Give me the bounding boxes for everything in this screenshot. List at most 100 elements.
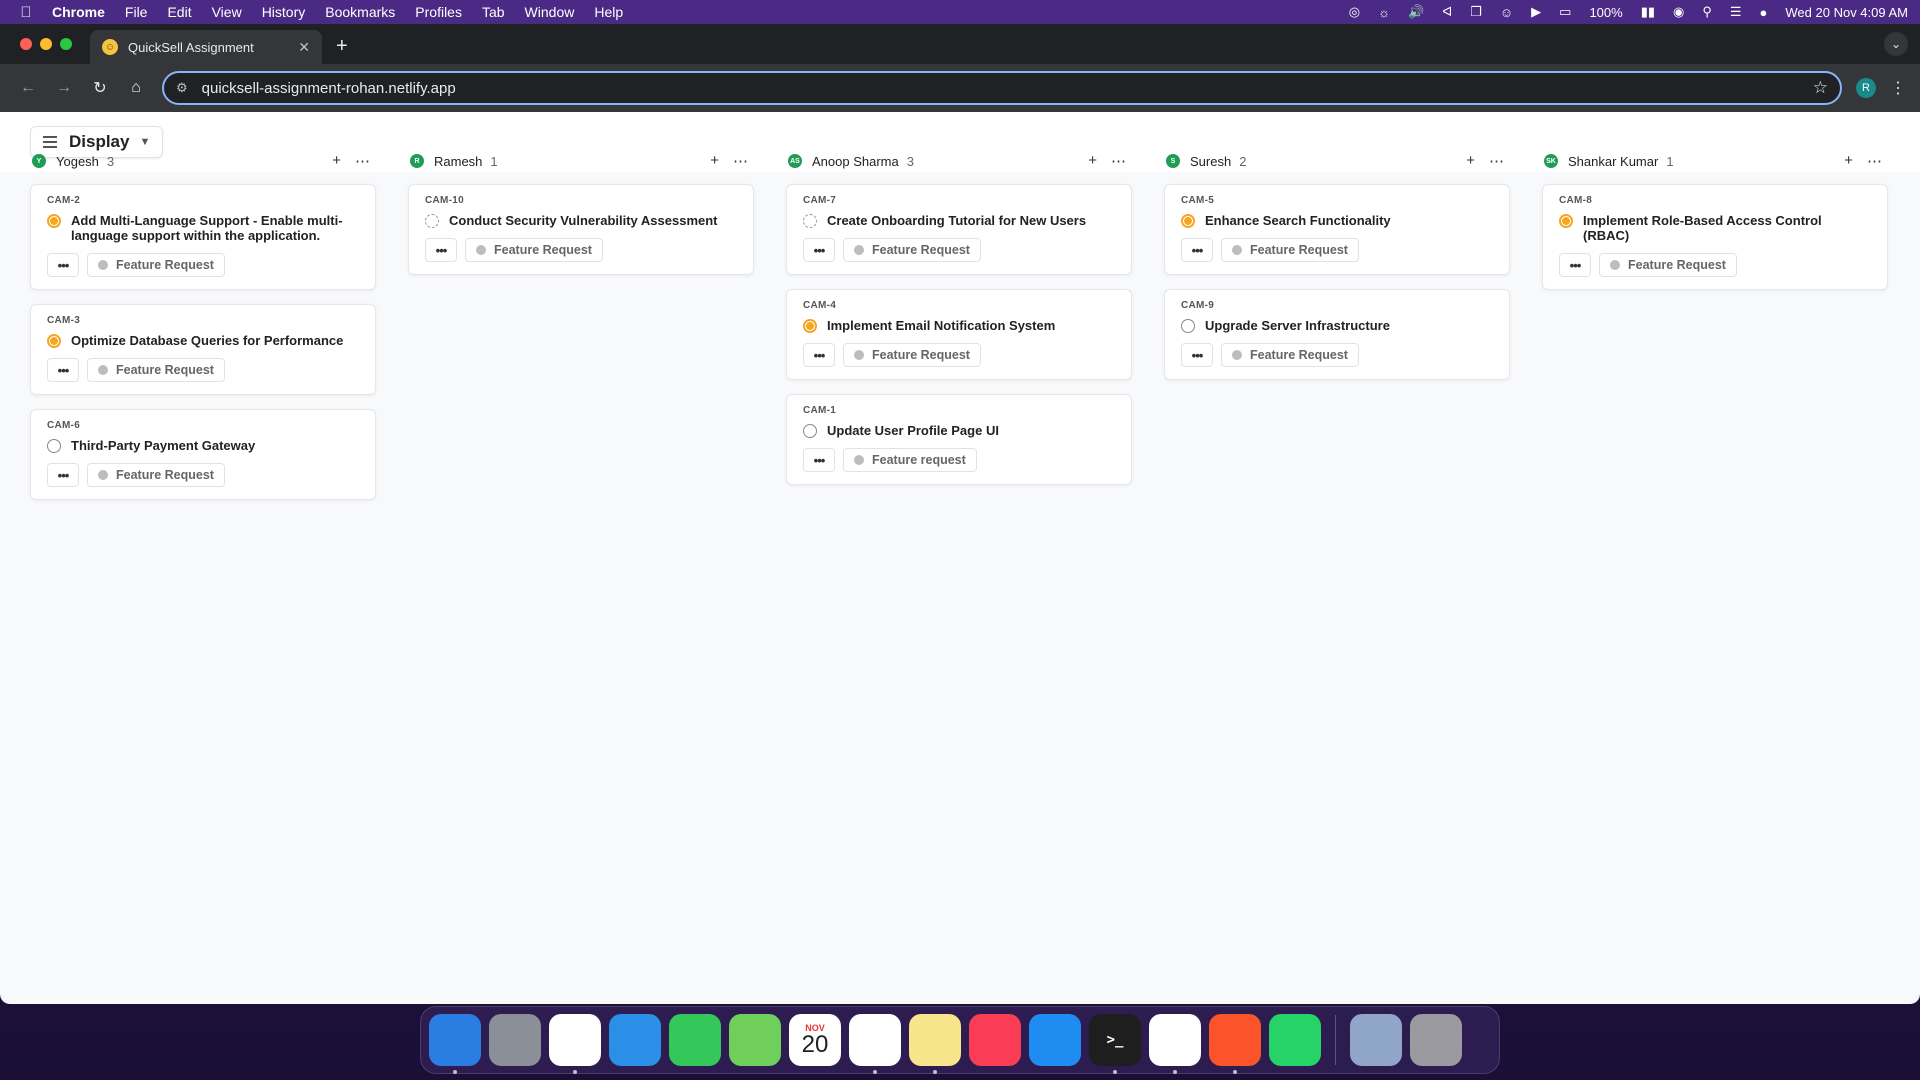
preview-icon[interactable] <box>1350 1014 1402 1066</box>
more-options-icon[interactable]: ⋯ <box>1867 152 1882 170</box>
menu-file[interactable]: File <box>125 4 148 20</box>
priority-icon[interactable]: ••• <box>47 463 79 487</box>
add-card-icon[interactable]: + <box>1844 152 1853 170</box>
priority-icon[interactable]: ••• <box>803 343 835 367</box>
browser-menu-icon[interactable]: ⋮ <box>1890 78 1906 98</box>
ticket-card[interactable]: CAM-3 Optimize Database Queries for Perf… <box>30 304 376 395</box>
spotlight-search-icon[interactable]: ⚲ <box>1702 4 1712 20</box>
menu-app-name[interactable]: Chrome <box>52 4 105 20</box>
priority-icon[interactable]: ••• <box>1181 238 1213 262</box>
menu-window[interactable]: Window <box>525 4 575 20</box>
finder-icon[interactable] <box>429 1014 481 1074</box>
close-tab-icon[interactable]: ✕ <box>298 39 310 56</box>
more-options-icon[interactable]: ⋯ <box>355 152 370 170</box>
control-center-icon[interactable]: ☰ <box>1730 4 1742 20</box>
ticket-card[interactable]: CAM-6 Third-Party Payment Gateway ••• Fe… <box>30 409 376 500</box>
ticket-id: CAM-1 <box>803 405 837 416</box>
siri-icon[interactable]: ● <box>1760 5 1768 20</box>
media-play-icon[interactable]: ▶ <box>1531 4 1541 20</box>
ticket-card[interactable]: CAM-1 Update User Profile Page UI ••• Fe… <box>786 394 1132 485</box>
calendar-icon[interactable]: NOV 20 <box>789 1014 841 1066</box>
messages-icon[interactable] <box>669 1014 721 1066</box>
menu-profiles[interactable]: Profiles <box>415 4 462 20</box>
ticket-card[interactable]: CAM-4 Implement Email Notification Syste… <box>786 289 1132 380</box>
more-options-icon[interactable]: ⋯ <box>1111 152 1126 170</box>
ticket-card[interactable]: CAM-9 Upgrade Server Infrastructure ••• … <box>1164 289 1510 380</box>
priority-icon[interactable]: ••• <box>1181 343 1213 367</box>
ticket-card[interactable]: CAM-8 Implement Role-Based Access Contro… <box>1542 184 1888 290</box>
add-card-icon[interactable]: + <box>1466 152 1475 170</box>
tag-label: Feature Request <box>116 468 214 482</box>
ticket-card[interactable]: CAM-7 Create Onboarding Tutorial for New… <box>786 184 1132 275</box>
menu-help[interactable]: Help <box>594 4 623 20</box>
chrome-icon[interactable] <box>549 1014 601 1074</box>
display-icon[interactable]: ▭ <box>1559 4 1571 20</box>
maps-icon[interactable] <box>729 1014 781 1066</box>
priority-icon[interactable]: ••• <box>47 253 79 277</box>
home-icon[interactable]: ⌂ <box>118 79 154 97</box>
address-bar[interactable]: ⚙ quicksell-assignment-rohan.netlify.app… <box>162 71 1842 105</box>
ticket-card[interactable]: CAM-10 Conduct Security Vulnerability As… <box>408 184 754 275</box>
priority-icon[interactable]: ••• <box>47 358 79 382</box>
add-card-icon[interactable]: + <box>710 152 719 170</box>
menu-bookmarks[interactable]: Bookmarks <box>325 4 395 20</box>
more-options-icon[interactable]: ⋯ <box>733 152 748 170</box>
priority-icon[interactable]: ••• <box>803 448 835 472</box>
back-icon[interactable]: ← <box>10 79 46 97</box>
ticket-card[interactable]: CAM-2 Add Multi-Language Support - Enabl… <box>30 184 376 290</box>
more-options-icon[interactable]: ⋯ <box>1489 152 1504 170</box>
zoom-window-button[interactable] <box>60 38 72 50</box>
brave-icon[interactable] <box>1209 1014 1261 1074</box>
close-window-button[interactable] <box>20 38 32 50</box>
tag-dot-icon <box>1610 260 1620 270</box>
menu-edit[interactable]: Edit <box>167 4 191 20</box>
site-settings-icon[interactable]: ⚙ <box>176 80 188 96</box>
brightness-icon[interactable]: ☼ <box>1378 5 1390 20</box>
volume-icon[interactable]: 🔊 <box>1408 4 1424 20</box>
safari-icon[interactable] <box>609 1014 661 1066</box>
battery-icon[interactable]: ▮▮ <box>1641 4 1655 20</box>
dock: NOV 20 >_ <box>420 1006 1500 1074</box>
windows-icon[interactable]: ❐ <box>1470 4 1482 20</box>
add-card-icon[interactable]: + <box>332 152 341 170</box>
calendar-day: 20 <box>801 1031 829 1058</box>
status-icon <box>47 439 61 453</box>
browser-tab-active[interactable]: ☺ QuickSell Assignment ✕ <box>90 30 322 64</box>
url-text[interactable]: quicksell-assignment-rohan.netlify.app <box>202 80 456 97</box>
apple-icon[interactable]:  <box>12 4 40 21</box>
bookmark-star-icon[interactable]: ☆ <box>1813 78 1828 98</box>
screen-record-icon[interactable]: ◎ <box>1349 4 1360 20</box>
minimize-window-button[interactable] <box>40 38 52 50</box>
reload-icon[interactable]: ↻ <box>82 78 118 98</box>
launchpad-icon[interactable] <box>489 1014 541 1066</box>
wifi-icon[interactable]: ◉ <box>1673 4 1684 20</box>
vscode-icon[interactable] <box>1149 1014 1201 1074</box>
board-column: Y Yogesh 3 + ⋯ CAM-2 Add Multi-Language … <box>30 148 376 514</box>
menu-history[interactable]: History <box>262 4 306 20</box>
priority-icon[interactable]: ••• <box>803 238 835 262</box>
photos-icon[interactable] <box>849 1014 901 1074</box>
profile-avatar[interactable]: R <box>1856 78 1876 98</box>
clock[interactable]: Wed 20 Nov 4:09 AM <box>1785 5 1908 20</box>
menu-view[interactable]: View <box>212 4 242 20</box>
add-card-icon[interactable]: + <box>1088 152 1097 170</box>
board-column: S Suresh 2 + ⋯ CAM-5 Enhance Search Func… <box>1164 148 1510 514</box>
bluetooth-icon[interactable]: ᐊ <box>1442 4 1452 20</box>
terminal-icon[interactable]: >_ <box>1089 1014 1141 1074</box>
kanban-board: Y Yogesh 3 + ⋯ CAM-2 Add Multi-Language … <box>0 148 1920 514</box>
trash-icon[interactable] <box>1410 1014 1462 1066</box>
tag-dot-icon <box>98 470 108 480</box>
tab-search-chevron-icon[interactable]: ⌄ <box>1884 32 1908 56</box>
avatar: S <box>1166 154 1180 168</box>
notes-icon[interactable] <box>909 1014 961 1074</box>
new-tab-button[interactable]: + <box>336 35 348 58</box>
user-icon[interactable]: ☺ <box>1500 5 1513 20</box>
priority-icon[interactable]: ••• <box>425 238 457 262</box>
app-store-icon[interactable] <box>1029 1014 1081 1066</box>
whatsapp-icon[interactable] <box>1269 1014 1321 1066</box>
menu-tab[interactable]: Tab <box>482 4 505 20</box>
priority-icon[interactable]: ••• <box>1559 253 1591 277</box>
ticket-card[interactable]: CAM-5 Enhance Search Functionality ••• F… <box>1164 184 1510 275</box>
music-icon[interactable] <box>969 1014 1021 1066</box>
forward-icon[interactable]: → <box>46 79 82 97</box>
